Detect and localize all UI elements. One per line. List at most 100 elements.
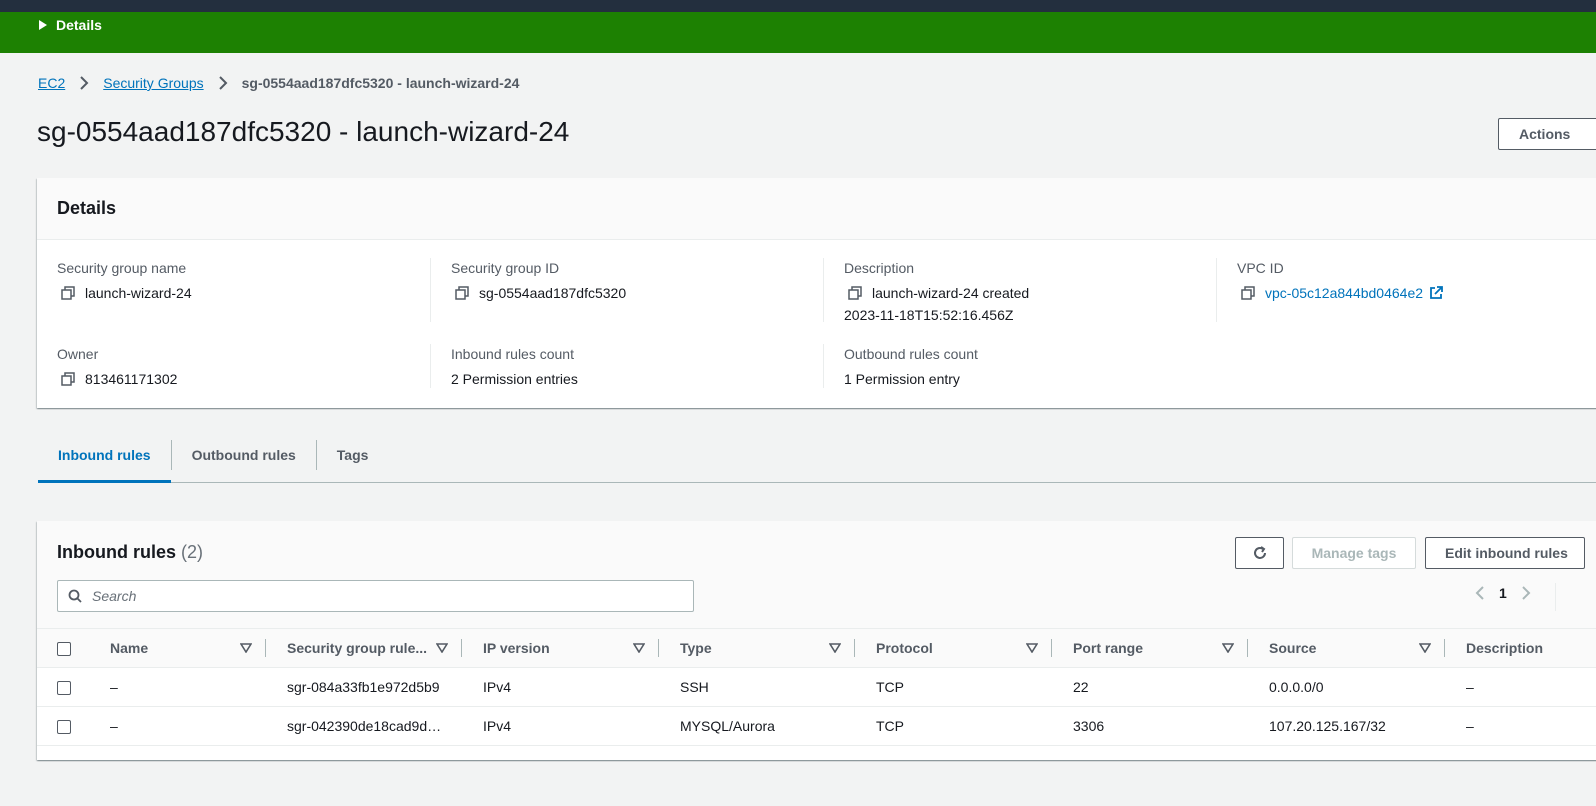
copy-icon[interactable] <box>61 372 75 386</box>
col-port-range[interactable]: Port range <box>1052 628 1248 668</box>
details-header: Details <box>37 178 1596 240</box>
breadcrumb-security-groups[interactable]: Security Groups <box>103 75 203 91</box>
tab-outbound-rules[interactable]: Outbound rules <box>172 440 316 482</box>
cell-ip-version: IPv4 <box>462 706 659 746</box>
vpc-id-link[interactable]: vpc-05c12a844bd0464e2 <box>1265 282 1423 304</box>
page-title: sg-0554aad187dfc5320 - launch-wizard-24 <box>37 116 570 147</box>
sg-name-label: Security group name <box>57 260 187 276</box>
copy-icon[interactable] <box>1241 286 1255 300</box>
search-icon <box>68 589 82 603</box>
tab-bar: Inbound rules Outbound rules Tags <box>38 440 1596 483</box>
col-source[interactable]: Source <box>1248 628 1445 668</box>
tab-inbound-rules[interactable]: Inbound rules <box>38 440 171 483</box>
page-number[interactable]: 1 <box>1499 585 1507 601</box>
cell-source: 0.0.0.0/0 <box>1248 667 1445 707</box>
sg-id-value: sg-0554aad187dfc5320 <box>479 285 627 301</box>
inbound-rules-panel: Inbound rules (2) Manage tags Edit inbou… <box>37 521 1596 760</box>
outbound-count-label: Outbound rules count <box>844 346 978 362</box>
breadcrumb: EC2 Security Groups sg-0554aad187dfc5320… <box>38 75 519 91</box>
sg-name-value: launch-wizard-24 <box>85 285 192 301</box>
cell-rule-id: sgr-084a33fb1e972d5b9 <box>266 667 462 707</box>
inbound-rules-header: Inbound rules (2) Manage tags Edit inbou… <box>37 521 1596 628</box>
description-value-line1: launch-wizard-24 created <box>872 285 1030 301</box>
inbound-rules-table: Name Security group rule... IP version T… <box>37 628 1596 746</box>
breadcrumb-current: sg-0554aad187dfc5320 - launch-wizard-24 <box>241 75 520 91</box>
tab-tags[interactable]: Tags <box>317 440 389 482</box>
vpc-id-field: VPC ID vpc-05c12a844bd0464e2 <box>1237 260 1443 304</box>
select-all-cell <box>37 628 89 668</box>
col-type-label: Type <box>680 640 712 656</box>
table-row[interactable]: – sgr-042390de18cad9d… IPv4 MYSQL/Aurora… <box>37 706 1596 746</box>
col-ip-version-label: IP version <box>483 640 550 656</box>
row-checkbox[interactable] <box>57 720 71 735</box>
external-link-icon <box>1430 286 1443 299</box>
cell-description: – <box>1445 706 1596 746</box>
owner-field: Owner 813461171302 <box>57 346 177 390</box>
actions-button[interactable]: Actions <box>1498 118 1596 150</box>
sort-caret-icon <box>829 643 841 653</box>
outbound-count-field: Outbound rules count 1 Permission entry <box>844 346 978 390</box>
flash-details-label: Details <box>56 17 102 33</box>
col-rule-id[interactable]: Security group rule... <box>266 628 462 668</box>
table-row[interactable]: – sgr-084a33fb1e972d5b9 IPv4 SSH TCP 22 … <box>37 667 1596 707</box>
col-name-label: Name <box>110 640 149 656</box>
col-rule-id-label: Security group rule... <box>287 640 428 656</box>
owner-label: Owner <box>57 346 99 362</box>
col-source-label: Source <box>1269 640 1317 656</box>
cell-ip-version: IPv4 <box>462 667 659 707</box>
cell-name: – <box>89 667 266 707</box>
refresh-button[interactable] <box>1235 537 1284 569</box>
chevron-right-icon <box>218 76 228 90</box>
table-header-row: Name Security group rule... IP version T… <box>37 628 1596 668</box>
copy-icon[interactable] <box>848 286 862 300</box>
cell-type: SSH <box>659 667 855 707</box>
sort-caret-icon <box>240 643 252 653</box>
column-divider <box>430 344 431 388</box>
details-title: Details <box>57 198 117 218</box>
chevron-right-icon[interactable] <box>1521 586 1531 600</box>
col-description-label: Description <box>1466 640 1544 656</box>
search-input[interactable] <box>92 588 672 604</box>
col-name[interactable]: Name <box>89 628 266 668</box>
cell-source: 107.20.125.167/32 <box>1248 706 1445 746</box>
sg-id-label: Security group ID <box>451 260 560 276</box>
row-checkbox[interactable] <box>57 681 71 696</box>
breadcrumb-ec2[interactable]: EC2 <box>38 75 65 91</box>
col-type[interactable]: Type <box>659 628 855 668</box>
manage-tags-button[interactable]: Manage tags <box>1292 537 1416 569</box>
copy-icon[interactable] <box>455 286 469 300</box>
description-label: Description <box>844 260 915 276</box>
outbound-count-value: 1 Permission entry <box>844 371 960 387</box>
refresh-icon <box>1253 546 1266 559</box>
cell-protocol: TCP <box>855 706 1052 746</box>
details-panel: Details Security group name launch-wizar… <box>37 178 1596 408</box>
caret-right-icon <box>39 20 47 30</box>
inbound-count-label: Inbound rules count <box>451 346 574 362</box>
flash-details-toggle[interactable]: Details <box>38 17 102 33</box>
chevron-left-icon[interactable] <box>1475 586 1485 600</box>
col-description[interactable]: Description <box>1445 628 1596 668</box>
sort-caret-icon <box>1419 643 1431 653</box>
cell-type: MYSQL/Aurora <box>659 706 855 746</box>
pager-divider <box>1555 583 1556 611</box>
top-nav-bar <box>0 0 1596 12</box>
column-divider <box>1216 258 1217 322</box>
column-divider <box>823 258 824 322</box>
inbound-rules-title: Inbound rules (2) <box>57 542 203 563</box>
col-port-range-label: Port range <box>1073 640 1144 656</box>
select-all-checkbox[interactable] <box>57 642 71 657</box>
edit-inbound-rules-button[interactable]: Edit inbound rules <box>1425 537 1585 569</box>
copy-icon[interactable] <box>61 286 75 300</box>
cell-description: – <box>1445 667 1596 707</box>
sort-caret-icon <box>1026 643 1038 653</box>
column-divider <box>823 344 824 388</box>
sort-caret-icon <box>633 643 645 653</box>
cell-port-range: 22 <box>1052 667 1248 707</box>
owner-value: 813461171302 <box>85 371 178 387</box>
chevron-right-icon <box>79 76 89 90</box>
sort-caret-icon <box>1222 643 1234 653</box>
col-ip-version[interactable]: IP version <box>462 628 659 668</box>
sort-caret-icon <box>436 643 448 653</box>
col-protocol[interactable]: Protocol <box>855 628 1052 668</box>
inbound-count-value: 2 Permission entries <box>451 371 578 387</box>
